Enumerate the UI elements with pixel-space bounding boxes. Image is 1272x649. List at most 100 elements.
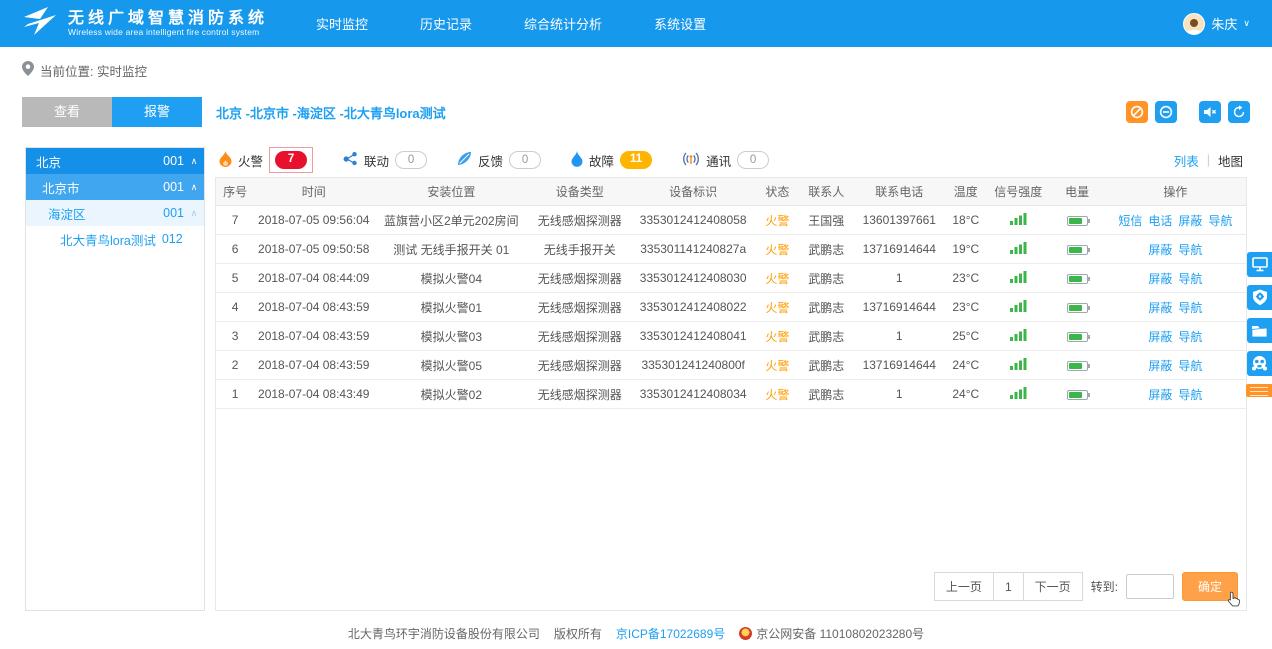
folder-icon[interactable] [1247,318,1272,343]
tree-node-beijing-city[interactable]: 北京市 001 ∧ [26,174,204,200]
table-row: 22018-07-04 08:43:59模拟火警05无线感烟探测器3353012… [216,351,1246,380]
navigate-action[interactable]: 导航 [1178,301,1202,315]
goto-page-input[interactable] [1126,574,1174,599]
nav-history[interactable]: 历史记录 [420,14,472,33]
nav-settings[interactable]: 系统设置 [654,14,706,33]
minus-circle-icon[interactable] [1155,101,1177,123]
filter-feedback[interactable]: 反馈 0 [457,151,541,170]
alarm-table: 序号 时间 安装位置 设备类型 设备标识 状态 联系人 联系电话 温度 信号强度… [216,177,1246,409]
navigate-action[interactable]: 导航 [1178,330,1202,344]
cell-time: 2018-07-04 08:43:49 [254,380,373,409]
tree-node-haidian[interactable]: 海淀区 001 ∧ [26,200,204,226]
navigate-action[interactable]: 导航 [1178,272,1202,286]
sms-action[interactable]: 短信 [1118,214,1142,228]
filter-fault[interactable]: 故障 11 [571,151,652,170]
cell-contact: 武鹏志 [799,322,854,351]
footer-icp-link[interactable]: 京ICP备17022689号 [616,625,725,642]
mouse-cursor-icon [1227,591,1242,611]
tree-node-label: 海淀区 [48,204,86,223]
shield-gear-icon[interactable] [1247,285,1272,310]
tab-row: 查看 报警 北京 -北京市 -海淀区 -北大青鸟lora测试 [0,97,1272,127]
battery-icon [1067,361,1088,371]
cell-battery [1049,322,1104,351]
tree-node-label: 北京市 [42,178,80,197]
block-action[interactable]: 屏蔽 [1148,301,1172,315]
tree-node-lora-test[interactable]: 北大青鸟lora测试 012 [26,226,204,252]
gas-mask-icon[interactable] [1247,351,1272,376]
alarm-toolbar [1126,101,1250,123]
monitor-icon[interactable] [1247,252,1272,277]
table-row: 32018-07-04 08:43:59模拟火警03无线感烟探测器3353012… [216,322,1246,351]
cell-device-type: 无线感烟探测器 [529,322,630,351]
main-nav: 实时监控 历史记录 综合统计分析 系统设置 [316,14,706,33]
filter-label: 反馈 [478,151,503,170]
block-action[interactable]: 屏蔽 [1148,243,1172,257]
block-icon[interactable] [1126,101,1148,123]
chevron-up-icon[interactable]: ∧ [184,182,204,193]
call-action[interactable]: 电话 [1148,214,1172,228]
battery-icon [1067,216,1088,226]
battery-icon [1067,332,1088,342]
cell-status: 火警 [756,264,798,293]
navigate-action[interactable]: 导航 [1178,359,1202,373]
app-subtitle: Wireless wide area intelligent fire cont… [68,27,268,37]
feedback-icon [457,151,472,169]
refresh-icon[interactable] [1228,101,1250,123]
alarm-table-body: 72018-07-05 09:56:04蓝旗营小区2单元202房间无线感烟探测器… [216,206,1246,409]
cell-actions: 屏蔽导航 [1105,293,1246,322]
tab-view[interactable]: 查看 [22,97,112,127]
view-map-link[interactable]: 地图 [1218,151,1243,170]
col-status: 状态 [756,178,798,206]
confirm-button[interactable]: 确定 [1182,572,1238,601]
cell-seq: 1 [216,380,254,409]
cell-location: 测试 无线手报开关 01 [373,235,529,264]
filter-comm[interactable]: 通讯 0 [682,151,769,170]
mute-icon[interactable] [1199,101,1221,123]
page-footer: 北大青鸟环宇消防设备股份有限公司 版权所有 京ICP备17022689号 京公网… [0,625,1272,642]
cell-time: 2018-07-04 08:43:59 [254,322,373,351]
cell-actions: 屏蔽导航 [1105,351,1246,380]
cell-time: 2018-07-05 09:56:04 [254,206,373,235]
block-action[interactable]: 屏蔽 [1148,388,1172,402]
block-action[interactable]: 屏蔽 [1178,214,1202,228]
table-row: 72018-07-05 09:56:04蓝旗营小区2单元202房间无线感烟探测器… [216,206,1246,235]
cell-status: 火警 [756,206,798,235]
cell-signal [987,206,1049,235]
navigate-action[interactable]: 导航 [1208,214,1232,228]
filter-fire[interactable]: 火警 7 [219,147,313,173]
cell-phone: 1 [854,264,945,293]
chevron-up-icon[interactable]: ∧ [184,156,204,167]
tree-node-label: 北京 [36,152,61,171]
filter-count-badge: 0 [509,151,541,169]
view-switch-separator: | [1207,153,1210,167]
table-row: 42018-07-04 08:43:59模拟火警01无线感烟探测器3353012… [216,293,1246,322]
battery-icon [1067,274,1088,284]
avatar [1183,13,1205,35]
app-logo-icon [22,6,58,41]
signal-strength-icon [1010,329,1027,341]
table-header-row: 序号 时间 安装位置 设备类型 设备标识 状态 联系人 联系电话 温度 信号强度… [216,178,1246,206]
chevron-up-icon[interactable]: ∧ [184,208,204,219]
navigate-action[interactable]: 导航 [1178,243,1202,257]
navigate-action[interactable]: 导航 [1178,388,1202,402]
prev-page-button[interactable]: 上一页 [934,572,994,601]
side-toolbar-tag[interactable] [1246,384,1272,397]
current-page-button[interactable]: 1 [994,572,1024,601]
cell-device-type: 无线感烟探测器 [529,380,630,409]
cell-device-id: 3353012412408058 [630,206,756,235]
cell-device-type: 无线感烟探测器 [529,206,630,235]
nav-realtime-monitor[interactable]: 实时监控 [316,14,368,33]
next-page-button[interactable]: 下一页 [1024,572,1083,601]
tab-alarm[interactable]: 报警 [112,97,202,127]
block-action[interactable]: 屏蔽 [1148,272,1172,286]
block-action[interactable]: 屏蔽 [1148,359,1172,373]
nav-statistics[interactable]: 综合统计分析 [524,14,602,33]
block-action[interactable]: 屏蔽 [1148,330,1172,344]
cell-battery [1049,235,1104,264]
user-menu[interactable]: 朱庆 ∨ [1183,13,1250,35]
filter-linkage[interactable]: 联动 0 [343,151,427,170]
tree-node-beijing[interactable]: 北京 001 ∧ [26,148,204,174]
brand: 无线广域智慧消防系统 Wireless wide area intelligen… [22,6,268,41]
view-list-link[interactable]: 列表 [1174,151,1199,170]
chevron-down-icon: ∨ [1243,18,1250,29]
